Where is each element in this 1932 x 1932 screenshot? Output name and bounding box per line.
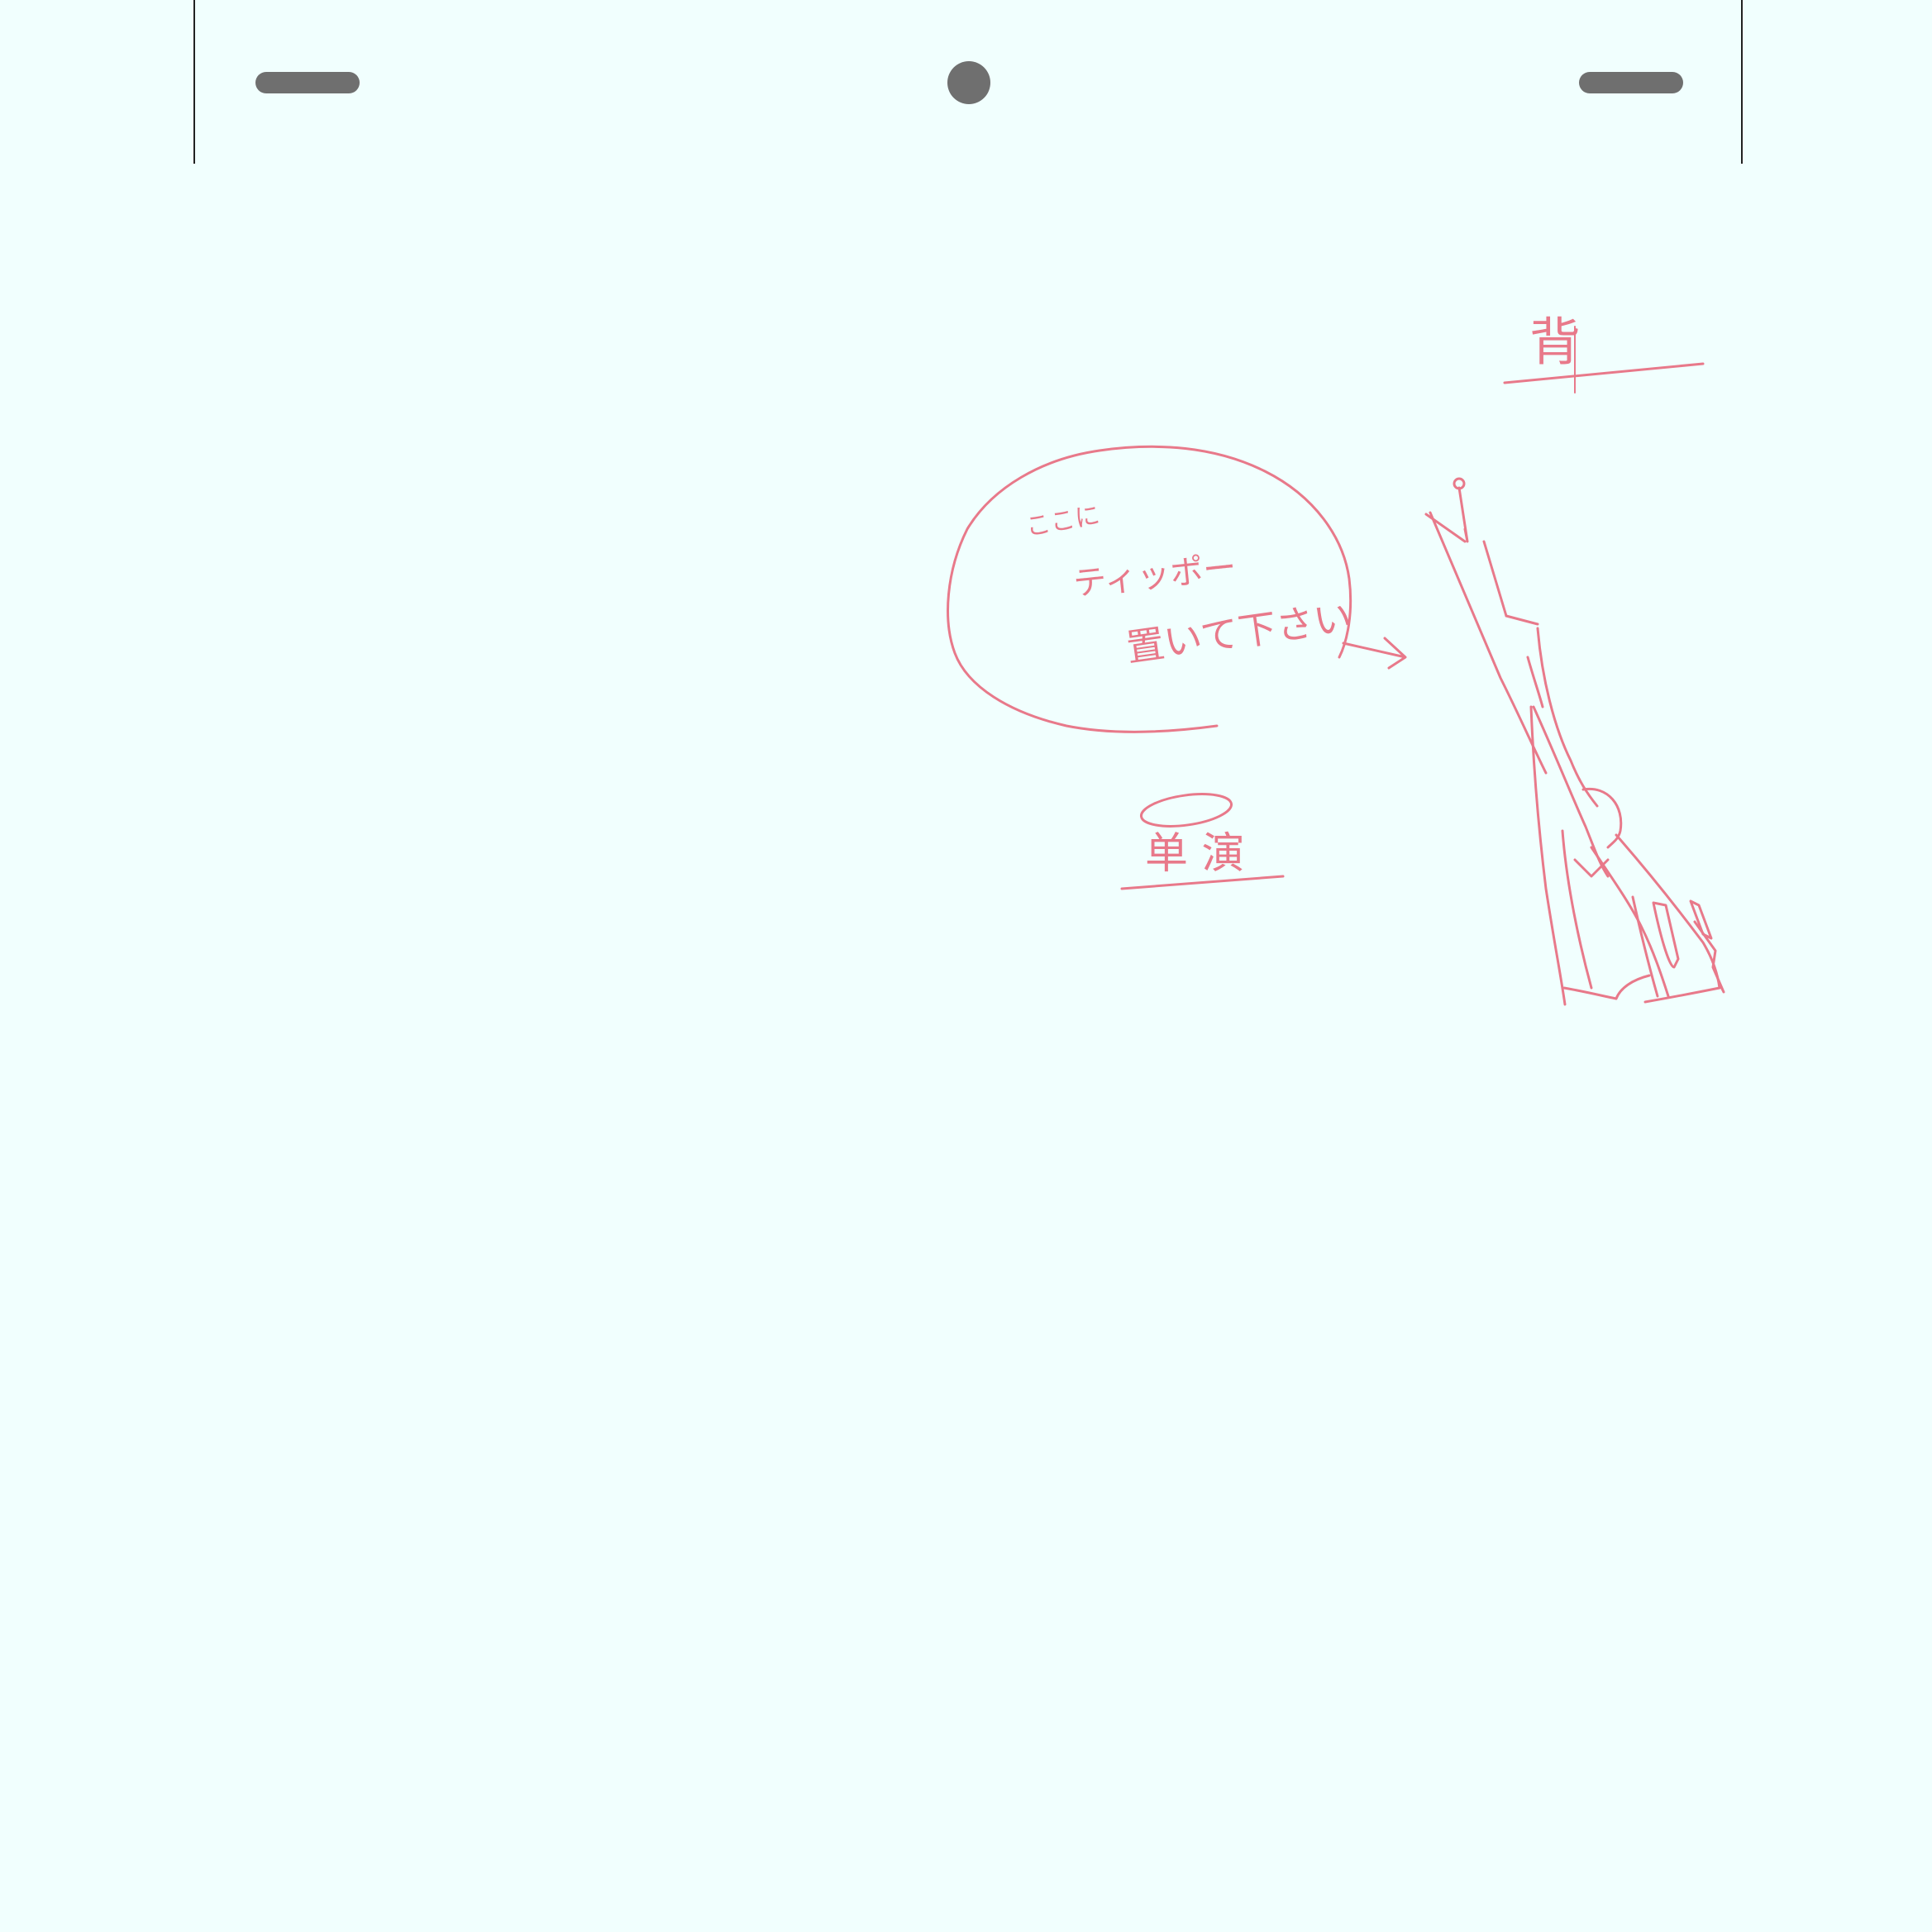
animation-paper-sheet: ここに ティッポー 置いて下さい 背 单 演 xyxy=(0,0,1932,1932)
label-bottom-loop xyxy=(1139,793,1233,828)
bubble-text-line-3: 置いて下さい xyxy=(1123,594,1354,670)
label-top-right: 背 xyxy=(1529,312,1581,372)
bubble-text-line-2: ティッポー xyxy=(1071,549,1238,603)
bubble-text-line-1: ここに xyxy=(1023,501,1102,542)
label-bottom: 单 演 xyxy=(1145,829,1245,879)
pencil-sketch: ここに ティッポー 置いて下さい 背 单 演 xyxy=(947,312,1725,1006)
figure-sketch xyxy=(1424,477,1725,1006)
pointer-arrow xyxy=(1342,637,1407,670)
